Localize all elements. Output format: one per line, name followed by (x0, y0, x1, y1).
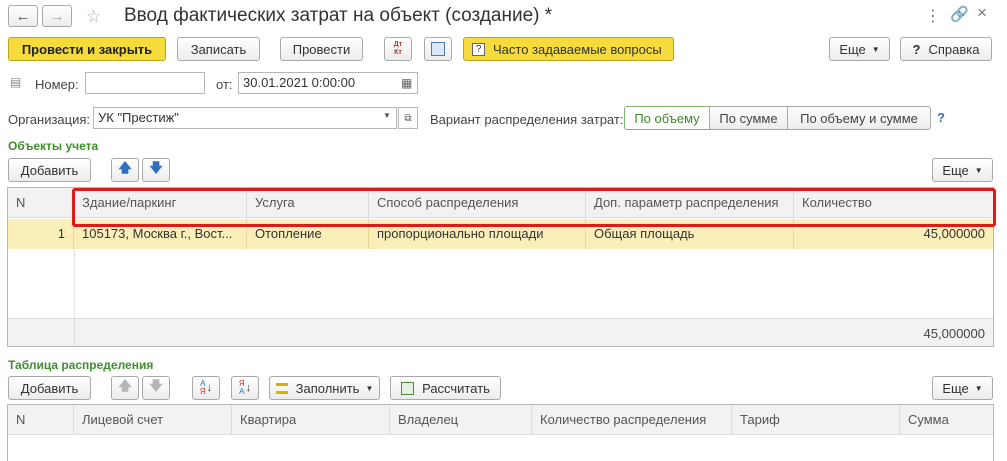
date-label: от: (216, 77, 233, 92)
variant-label: Вариант распределения затрат: (430, 112, 624, 127)
chevron-down-icon: ▼ (974, 165, 983, 175)
org-value: УК "Престиж" (98, 110, 179, 125)
objects-table-footer: 45,000000 (8, 318, 993, 346)
variant-by-volume-label: По объему (634, 110, 700, 126)
objects-title: Объекты учета (8, 139, 99, 153)
link-icon[interactable]: 🔗 (950, 5, 969, 23)
variant-by-sum-label: По сумме (719, 110, 778, 126)
col-owner[interactable]: Владелец (390, 405, 532, 435)
objects-add-label: Добавить (20, 162, 79, 178)
number-field[interactable] (85, 72, 205, 94)
post-and-close-label: Провести и закрыть (21, 41, 153, 57)
distribution-move-up-button[interactable]: 🡅 (111, 376, 139, 400)
arrow-left-icon: ← (15, 7, 31, 25)
sort-ascending-icon: АЯ (199, 379, 206, 396)
distribution-more-label: Еще (942, 380, 969, 396)
row-n: 1 (8, 219, 74, 249)
forward-button[interactable]: → (42, 5, 72, 27)
arrow-right-icon: → (49, 7, 65, 25)
window-title: Ввод фактических затрат на объект (созда… (124, 5, 553, 26)
kebab-menu-icon[interactable]: ⋮ (925, 6, 941, 26)
objects-move-down-button[interactable]: 🡇 (142, 158, 170, 182)
calculator-icon (401, 381, 415, 395)
date-value: 30.01.2021 0:00:00 (243, 75, 356, 90)
post-label: Провести (292, 41, 351, 57)
distribution-add-label: Добавить (20, 380, 79, 396)
objects-more-button[interactable]: Еще ▼ (932, 158, 993, 182)
variant-by-volume-and-sum[interactable]: По объему и сумме (787, 106, 931, 130)
more-label: Еще (839, 41, 866, 57)
sort-arrow-icon: ↓ (245, 382, 252, 394)
help-label: Справка (928, 41, 980, 57)
arrow-up-icon: 🡅 (118, 378, 132, 393)
more-button[interactable]: Еще ▼ (829, 37, 890, 61)
sort-arrow-icon: ↓ (206, 382, 213, 394)
date-field[interactable]: 30.01.2021 0:00:00 (238, 72, 418, 94)
col-apartment[interactable]: Квартира (232, 405, 390, 435)
objects-add-button[interactable]: Добавить (8, 158, 91, 182)
bookmark-star-icon[interactable]: ☆ (86, 7, 101, 27)
sort-desc-button[interactable]: ЯА ↓ (231, 376, 259, 400)
col-account[interactable]: Лицевой счет (74, 405, 232, 435)
footer-total-qty: 45,000000 (923, 326, 985, 341)
attachment-icon[interactable]: ▤ (10, 75, 21, 89)
faq-label: Часто задаваемые вопросы (493, 41, 662, 57)
col-sum[interactable]: Сумма (900, 405, 993, 435)
close-icon[interactable]: × (977, 3, 987, 23)
calendar-icon[interactable]: ▦ (401, 76, 412, 90)
fill-button[interactable]: Заполнить ▼ (269, 376, 380, 400)
save-button[interactable]: Записать (177, 37, 260, 61)
dt-kt-button[interactable]: Дт Кт (384, 37, 412, 61)
highlight-frame (72, 188, 996, 227)
variant-by-sum[interactable]: По сумме (709, 106, 788, 130)
distribution-move-down-button[interactable]: 🡇 (142, 376, 170, 400)
objects-more-label: Еще (942, 162, 969, 178)
distribution-title: Таблица распределения (8, 358, 154, 372)
objects-move-up-button[interactable]: 🡅 (111, 158, 139, 182)
dt-kt-icon: Дт Кт (393, 41, 403, 56)
number-label: Номер: (35, 77, 79, 92)
distribution-table-header: N Лицевой счет Квартира Владелец Количес… (8, 405, 993, 435)
arrow-down-icon: 🡇 (149, 160, 163, 175)
sort-descending-icon: ЯА (238, 379, 245, 396)
hierarchy-icon (431, 42, 445, 56)
arrow-up-icon: 🡅 (118, 160, 132, 175)
variant-by-volume-and-sum-label: По объему и сумме (800, 110, 918, 126)
post-and-close-button[interactable]: Провести и закрыть (8, 37, 166, 61)
col-distribution-qty[interactable]: Количество распределения (532, 405, 732, 435)
distribution-table[interactable]: N Лицевой счет Квартира Владелец Количес… (7, 404, 994, 461)
chevron-down-icon: ▼ (974, 383, 983, 393)
question-icon: ? (912, 41, 921, 57)
dropdown-arrow-icon[interactable]: ▼ (383, 111, 391, 120)
variant-help-icon[interactable]: ? (937, 110, 945, 125)
arrow-down-icon: 🡇 (149, 378, 163, 393)
col-n[interactable]: N (8, 405, 74, 435)
calculate-button[interactable]: Рассчитать (390, 376, 501, 400)
open-icon[interactable]: ⧉ (398, 107, 418, 129)
question-box-icon: ? (472, 42, 485, 56)
footer-divider (74, 319, 75, 346)
calculate-label: Рассчитать (422, 380, 490, 396)
chevron-down-icon: ▼ (871, 44, 880, 54)
back-button[interactable]: ← (8, 5, 38, 27)
help-button[interactable]: ? Справка (900, 37, 992, 61)
distribution-more-button[interactable]: Еще ▼ (932, 376, 993, 400)
fill-icon (275, 382, 288, 394)
org-label: Организация: (8, 112, 91, 127)
org-field[interactable]: УК "Престиж" (93, 107, 397, 129)
variant-by-volume[interactable]: По объему (624, 106, 710, 130)
post-button[interactable]: Провести (280, 37, 363, 61)
structure-button[interactable] (424, 37, 452, 61)
col-tariff[interactable]: Тариф (732, 405, 900, 435)
chevron-down-icon: ▼ (365, 383, 374, 393)
sort-asc-button[interactable]: АЯ ↓ (192, 376, 220, 400)
distribution-add-button[interactable]: Добавить (8, 376, 91, 400)
col-n[interactable]: N (8, 188, 74, 218)
fill-label: Заполнить (295, 380, 360, 396)
faq-button[interactable]: ? Часто задаваемые вопросы (463, 37, 674, 61)
save-label: Записать (190, 41, 247, 57)
